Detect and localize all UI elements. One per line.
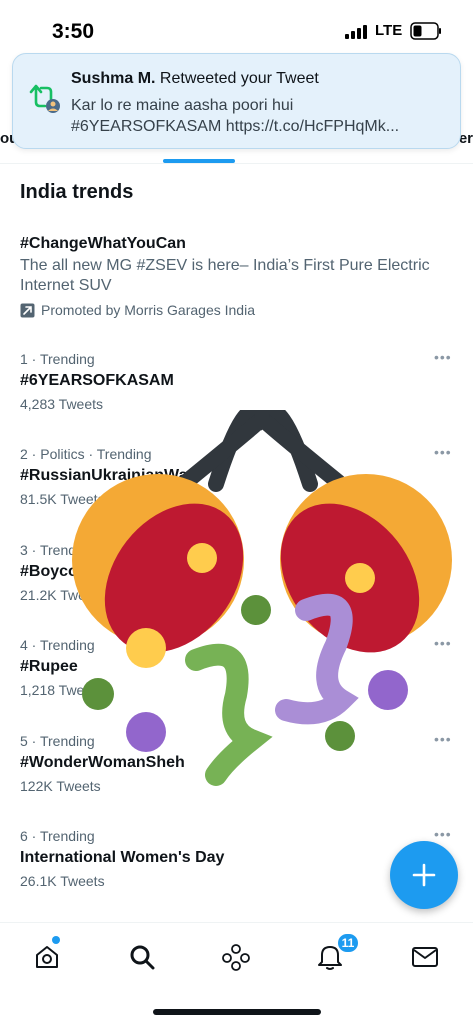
promoted-by-label: Promoted by Morris Garages India [41, 302, 255, 318]
trend-item[interactable]: 5 · Trending #WonderWomanSheh 122K Tweet… [20, 731, 460, 797]
trend-item[interactable]: 3 · Trending #Boycott 21.2K Tweets ••• [20, 540, 460, 606]
notification-user: Sushma M. [71, 70, 156, 87]
plus-icon [412, 863, 436, 887]
retweet-icon [29, 84, 60, 113]
notification-count-badge: 11 [337, 933, 359, 953]
home-indicator-bar [153, 1009, 321, 1015]
trend-name: #WonderWomanSheh [20, 754, 185, 771]
trend-meta: 5 · Trending [20, 733, 95, 749]
nav-messages[interactable] [405, 937, 445, 977]
nav-home[interactable] [27, 937, 67, 977]
promoted-by-line: Promoted by Morris Garages India [20, 302, 460, 318]
more-options-icon[interactable]: ••• [434, 444, 452, 464]
notification-line-2: #6YEARSOFKASAM https://t.co/HcFPHqMk... [71, 118, 400, 135]
notification-action: Retweeted your Tweet [159, 70, 319, 87]
nav-search[interactable] [122, 937, 162, 977]
home-icon [36, 946, 58, 968]
trend-meta: 4 · Trending [20, 637, 95, 653]
trend-item[interactable]: 2 · Politics · Trending #RussianUkrainia… [20, 444, 460, 510]
bottom-navigation: 11 [0, 922, 473, 1024]
compose-tweet-button[interactable] [390, 841, 458, 909]
trend-count: 21.2K Tweets [20, 587, 105, 603]
nav-spaces[interactable] [216, 937, 256, 977]
trend-count: 4,283 Tweets [20, 396, 104, 412]
signal-icon [345, 25, 367, 39]
trend-meta: 2 · Politics · Trending [20, 446, 152, 462]
trend-count: 81.5K Tweets [20, 491, 105, 507]
more-options-icon[interactable]: ••• [434, 349, 452, 369]
retweet-notification-banner[interactable]: Sushma M. Retweeted your Tweet Kar lo re… [12, 53, 461, 149]
promoted-arrow-icon [20, 303, 35, 317]
network-label: LTE [375, 22, 403, 39]
trend-name: #Boycott [20, 563, 89, 580]
more-options-icon[interactable]: ••• [434, 731, 452, 751]
battery-icon [410, 22, 441, 40]
search-icon [130, 945, 155, 970]
active-tab-indicator [163, 159, 235, 163]
promoted-trend[interactable]: #ChangeWhatYouCan The all new MG #ZSEV i… [20, 232, 460, 318]
section-title: India trends [20, 181, 134, 203]
trend-name: #6YEARSOFKASAM [20, 372, 174, 389]
promoted-trend-name: #ChangeWhatYouCan [20, 235, 186, 252]
trend-item[interactable]: 1 · Trending #6YEARSOFKASAM 4,283 Tweets… [20, 349, 460, 415]
notification-line-1: Kar lo re maine aasha poori hui [71, 97, 294, 114]
home-unread-dot [52, 936, 60, 944]
trend-count: 1,218 Tweets [20, 682, 104, 698]
trend-name: #RussianUkrainianWar [20, 467, 194, 484]
notification-title: Sushma M. Retweeted your Tweet [71, 70, 451, 88]
more-options-icon[interactable]: ••• [434, 540, 452, 560]
notification-body: Kar lo re maine aasha poori hui #6YEARSO… [71, 95, 451, 137]
spaces-icon [222, 944, 250, 971]
status-time: 3:50 [52, 20, 95, 43]
promoted-trend-description: The all new MG #ZSEV is here– India’s Fi… [20, 257, 430, 294]
trend-meta: 3 · Trending [20, 542, 95, 558]
more-options-icon[interactable]: ••• [434, 635, 452, 655]
trend-meta: 6 · Trending [20, 828, 95, 844]
messages-icon [412, 947, 438, 967]
trend-count: 122K Tweets [20, 778, 101, 794]
trend-meta: 1 · Trending [20, 351, 95, 367]
trend-name: #Rupee [20, 658, 78, 675]
trend-item[interactable]: 4 · Trending #Rupee 1,218 Tweets ••• [20, 635, 460, 701]
